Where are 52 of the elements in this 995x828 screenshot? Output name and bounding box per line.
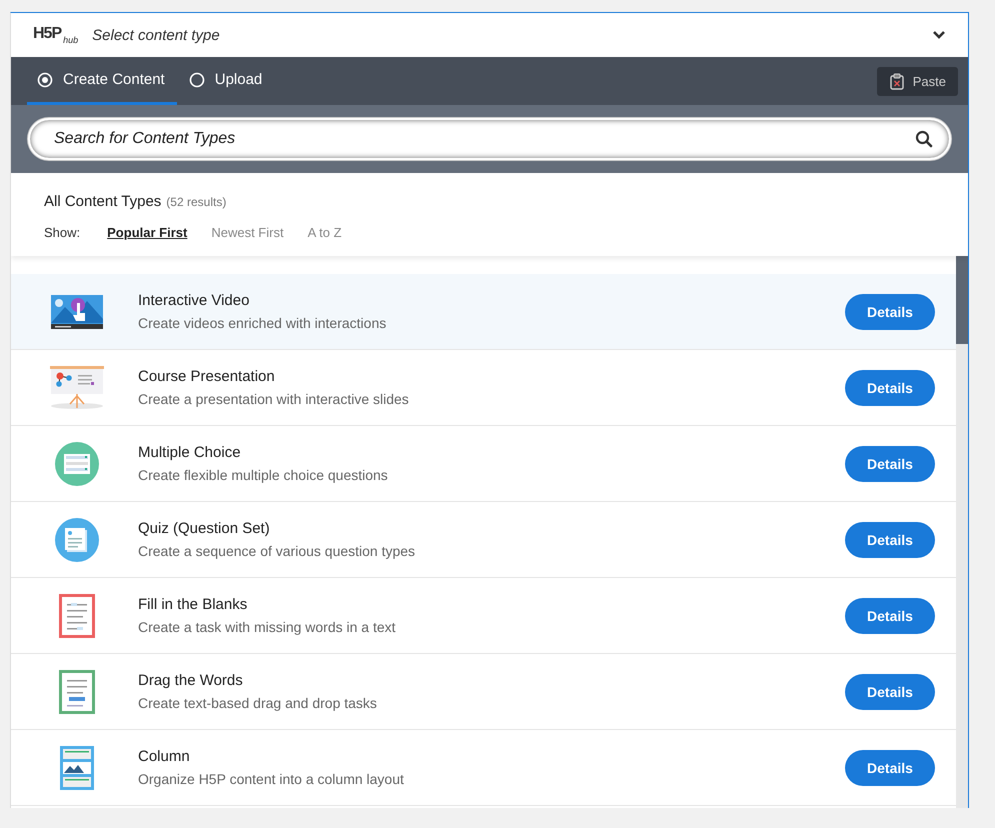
content-type-title: Course Presentation [138, 368, 276, 385]
details-button[interactable]: Details [845, 522, 935, 558]
content-type-row[interactable]: Quiz (Question Set) Create a sequence of various question types Details [11, 502, 956, 578]
content-type-description: Create videos enriched with interactions [138, 315, 388, 331]
content-type-row[interactable]: Multiple Choice Create flexible multiple choice questions Details [11, 426, 956, 502]
content-type-title: Multiple Choice [138, 444, 242, 461]
content-type-description: Organize H5P content into a column layout [138, 771, 405, 787]
details-button[interactable]: Details [845, 598, 935, 634]
search-icon[interactable] [915, 130, 933, 148]
sort-option[interactable]: Newest First [211, 225, 284, 240]
details-button[interactable]: Details [845, 370, 935, 406]
content-type-row[interactable]: Drag the Words Create text-based drag and drop tasks Details [11, 654, 956, 730]
content-type-description: Create a presentation with interactive slides [138, 391, 410, 407]
content-type-title: Interactive Video [138, 292, 250, 309]
content-type-description: Create a sequence of various question types [138, 543, 416, 559]
dialog-title: Select content type [92, 26, 221, 44]
content-type-title: Quiz (Question Set) [138, 520, 271, 537]
sort-option[interactable]: Popular First [107, 225, 188, 240]
content-type-title: Fill in the Blanks [138, 596, 248, 613]
sort-option[interactable]: A to Z [308, 225, 342, 240]
content-type-description: Create text-based drag and drop tasks [138, 695, 378, 711]
question-set-icon [55, 518, 99, 562]
presentation-board-icon [50, 366, 104, 410]
document-icon [59, 594, 95, 638]
content-type-row[interactable]: Fill in the Blanks Create a task with missing words in a text Details [11, 578, 956, 654]
sort-label: Show: [44, 225, 80, 240]
content-type-row[interactable]: Course Presentation Create a presentation with interactive slides Details [11, 350, 956, 426]
results-heading: All Content Types [44, 193, 162, 210]
details-button[interactable]: Details [845, 750, 935, 786]
radio-icon [188, 72, 205, 88]
content-type-description: Create flexible multiple choice questions [138, 467, 389, 483]
logo: H5P$_{hub}$ [33, 25, 78, 45]
content-type-title: Column [138, 748, 191, 765]
details-button[interactable]: Details [845, 294, 935, 330]
clipboard-icon [888, 72, 905, 90]
checklist-icon [55, 442, 99, 486]
details-button[interactable]: Details [845, 446, 935, 482]
results-count: (52 results) [166, 195, 226, 209]
radio-icon [37, 72, 53, 88]
content-type-description: Create a task with missing words in a text [138, 619, 397, 635]
scrollbar[interactable] [956, 256, 968, 808]
document-icon [59, 670, 95, 714]
video-icon [51, 294, 103, 328]
column-layout-icon [60, 746, 94, 790]
content-type-title: Drag the Words [138, 672, 244, 689]
chevron-down-icon[interactable] [932, 30, 946, 40]
search-field[interactable]: Search for Content Types [28, 118, 951, 160]
content-type-row[interactable]: Interactive Video Create videos enriched with interactions Details [11, 274, 956, 350]
paste-button[interactable]: Paste [876, 66, 958, 96]
tab[interactable]: Upload [178, 57, 274, 105]
details-button[interactable]: Details [845, 674, 935, 710]
content-type-row[interactable]: Column Organize H5P content into a column layout Details [11, 730, 956, 806]
